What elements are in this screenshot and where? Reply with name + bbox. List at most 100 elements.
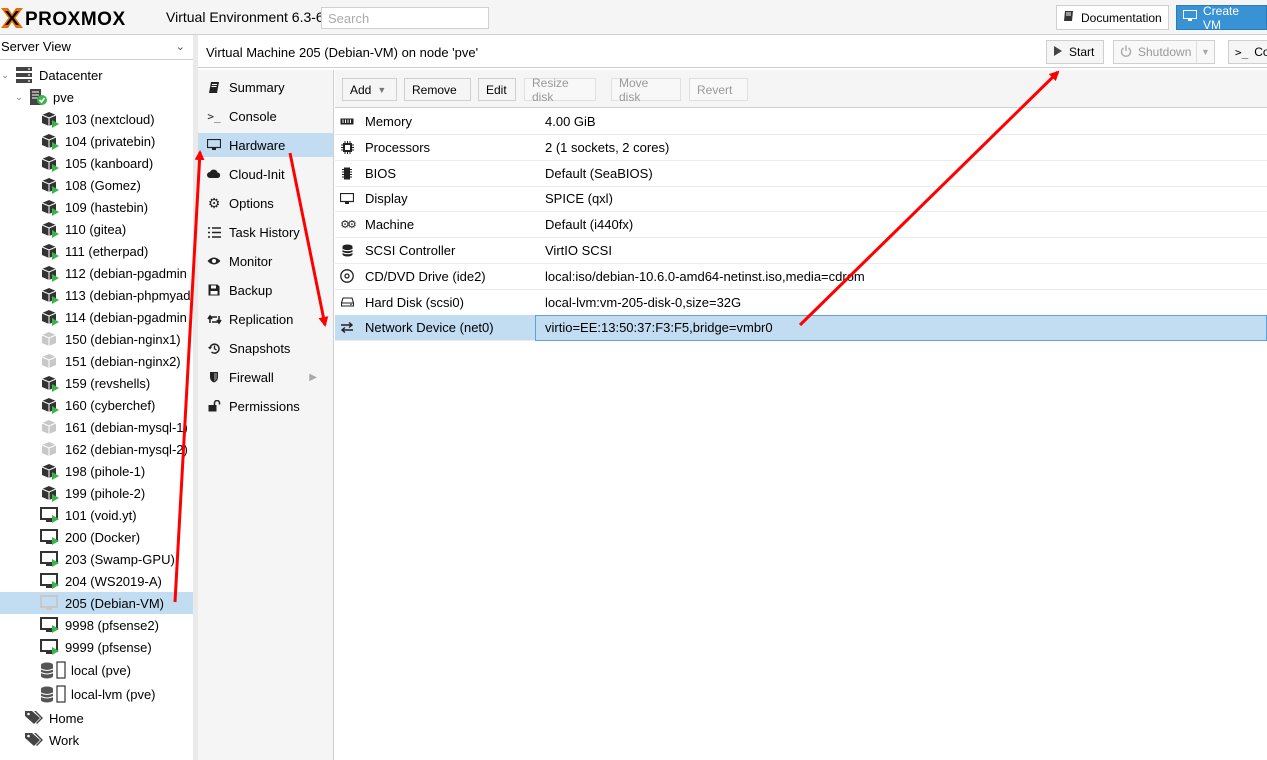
hardware-row-memory[interactable]: Memory 4.00 GiB [335, 109, 1267, 135]
play-icon [1053, 45, 1063, 59]
hardware-row-display[interactable]: Display SPICE (qxl) [335, 186, 1267, 213]
tree-node-container[interactable]: 160 (cyberchef) [0, 394, 193, 416]
hardware-row-processors[interactable]: Processors 2 (1 sockets, 2 cores) [335, 135, 1267, 161]
proxmox-logo[interactable]: PROXMOX [0, 6, 165, 30]
tree-node-vm[interactable]: 205 (Debian-VM) [0, 592, 193, 614]
resize-disk-button[interactable]: Resize disk [524, 76, 596, 104]
resource-tree: ⌄ Datacenter ⌄ pve 103 (nextcloud) 104 (priva… [0, 64, 193, 760]
remove-button[interactable]: Remove [404, 78, 471, 101]
tree-node-vm[interactable]: 101 (void.yt) [0, 504, 193, 526]
tree-node-pve[interactable]: ⌄ pve [0, 86, 193, 108]
nav-item-console[interactable]: >_ Console [198, 104, 333, 128]
tree-node-container[interactable]: 112 (debian-pgadmin [0, 262, 193, 284]
tags-icon [24, 709, 44, 727]
container-icon [40, 440, 60, 458]
tree-node-container[interactable]: 151 (debian-nginx2) [0, 350, 193, 372]
hardware-row-hard-disk-scsi0[interactable]: Hard Disk (scsi0) local-lvm:vm-205-disk-0… [335, 290, 1267, 316]
chevron-down-icon[interactable]: ⌄ [0, 70, 10, 81]
floppy-icon [206, 282, 222, 298]
tree-node-label: 9998 (pfsense2) [65, 617, 159, 633]
tree-node-container[interactable]: 110 (gitea) [0, 218, 193, 240]
hardware-row-cd-dvd-drive-ide2[interactable]: CD/DVD Drive (ide2) local:iso/debian-10.6… [335, 264, 1267, 290]
tree-node-vm[interactable]: 9999 (pfsense) [0, 636, 193, 658]
nav-item-firewall[interactable]: Firewall ▶ [198, 365, 333, 389]
start-button[interactable]: Start [1046, 40, 1104, 64]
nav-item-summary[interactable]: Summary [198, 75, 333, 99]
add-button[interactable]: Add ▼ [342, 78, 397, 101]
hardware-name: Display [365, 191, 408, 207]
hardware-name: Hard Disk (scsi0) [365, 294, 464, 310]
storage-icon [40, 685, 66, 703]
tree-node-container[interactable]: 104 (privatebin) [0, 130, 193, 152]
tree-node-container[interactable]: 198 (pihole-1) [0, 460, 193, 482]
version-label: Virtual Environment 6.3-6 [166, 9, 324, 25]
tree-node-container[interactable]: 150 (debian-nginx1) [0, 328, 193, 350]
tree-node-label: local (pve) [71, 662, 131, 678]
documentation-button[interactable]: Documentation [1056, 5, 1169, 30]
tree-node-storage[interactable]: local-lvm (pve) [0, 683, 193, 705]
hdd-icon [339, 294, 355, 310]
tree-node-container[interactable]: 113 (debian-phpmyad [0, 284, 193, 306]
tree-node-container[interactable]: 161 (debian-mysql-1) [0, 416, 193, 438]
chevron-down-icon[interactable]: ▼ [1196, 41, 1214, 63]
tree-node-label: 203 (Swamp-GPU) [65, 551, 175, 567]
hardware-value: local:iso/debian-10.6.0-amd64-netinst.is… [545, 268, 865, 284]
container-icon [40, 132, 60, 150]
documentation-label: Documentation [1081, 10, 1162, 25]
tree-node-container[interactable]: 111 (etherpad) [0, 240, 193, 262]
nav-item-replication[interactable]: Replication [198, 307, 333, 331]
view-selector[interactable]: Server View ⌄ [0, 36, 193, 60]
tree-node-vm[interactable]: 204 (WS2019-A) [0, 570, 193, 592]
memory-icon [339, 114, 355, 130]
hardware-row-bios[interactable]: BIOS Default (SeaBIOS) [335, 161, 1267, 187]
tree-node-container[interactable]: 109 (hastebin) [0, 196, 193, 218]
tree-node-container[interactable]: 162 (debian-mysql-2) [0, 438, 193, 460]
hardware-value: local-lvm:vm-205-disk-0,size=32G [545, 294, 742, 310]
hardware-panel: Add ▼ Remove Edit Resize disk Move disk … [335, 70, 1267, 760]
tree-node-vm[interactable]: 9998 (pfsense2) [0, 614, 193, 636]
nav-item-label: Console [229, 108, 277, 124]
tree-node-container[interactable]: 199 (pihole-2) [0, 482, 193, 504]
tree-node-vm[interactable]: 203 (Swamp-GPU) [0, 548, 193, 570]
edit-button[interactable]: Edit [478, 78, 516, 101]
console-label: Co [1254, 45, 1267, 59]
tree-node-datacenter[interactable]: ⌄ Datacenter [0, 64, 193, 86]
tree-node-label: 109 (hastebin) [65, 199, 149, 215]
nav-item-options[interactable]: ⚙ Options [198, 191, 333, 215]
shutdown-button[interactable]: Shutdown ▼ [1113, 40, 1215, 64]
container-icon [40, 198, 60, 216]
hardware-row-scsi-controller[interactable]: SCSI Controller VirtIO SCSI [335, 238, 1267, 264]
nav-item-cloud-init[interactable]: Cloud-Init [198, 162, 333, 186]
chevron-down-icon[interactable]: ⌄ [14, 92, 24, 103]
move-disk-button[interactable]: Move disk [611, 76, 681, 104]
nav-item-task-history[interactable]: Task History [198, 220, 333, 244]
hardware-name: SCSI Controller [365, 243, 456, 258]
tree-node-pool[interactable]: Home [0, 707, 193, 729]
vm-monitor-icon [40, 528, 60, 546]
container-icon [40, 242, 60, 260]
revert-button[interactable]: Revert [689, 78, 748, 101]
hardware-row-network-device-net0[interactable]: Network Device (net0) virtio=EE:13:50:37:… [335, 315, 1267, 342]
tree-node-container[interactable]: 108 (Gomez) [0, 174, 193, 196]
tree-node-storage[interactable]: local (pve) [0, 659, 193, 681]
nav-item-hardware[interactable]: Hardware [198, 133, 333, 157]
nav-item-snapshots[interactable]: Snapshots [198, 336, 333, 360]
nav-item-monitor[interactable]: Monitor [198, 249, 333, 273]
chevron-right-icon: ▶ [309, 371, 317, 383]
tree-node-container[interactable]: 103 (nextcloud) [0, 108, 193, 130]
search-input[interactable] [321, 7, 489, 29]
tree-node-vm[interactable]: 200 (Docker) [0, 526, 193, 548]
tree-node-container[interactable]: 159 (revshells) [0, 372, 193, 394]
create-vm-button[interactable]: Create VM [1176, 4, 1267, 32]
tree-node-container[interactable]: 114 (debian-pgadmin [0, 306, 193, 328]
nav-item-backup[interactable]: Backup [198, 278, 333, 302]
tree-node-pool[interactable]: Work [0, 729, 193, 751]
tree-node-container[interactable]: 105 (kanboard) [0, 152, 193, 174]
list-icon [206, 224, 222, 240]
hardware-row-machine[interactable]: ⚙⚙ Machine Default (i440fx) [335, 212, 1267, 239]
container-icon [40, 330, 60, 348]
nav-item-permissions[interactable]: Permissions [198, 394, 333, 418]
tree-node-label: local-lvm (pve) [71, 686, 156, 702]
hardware-name: CD/DVD Drive (ide2) [365, 268, 486, 284]
console-button[interactable]: >_ Co [1228, 40, 1267, 64]
